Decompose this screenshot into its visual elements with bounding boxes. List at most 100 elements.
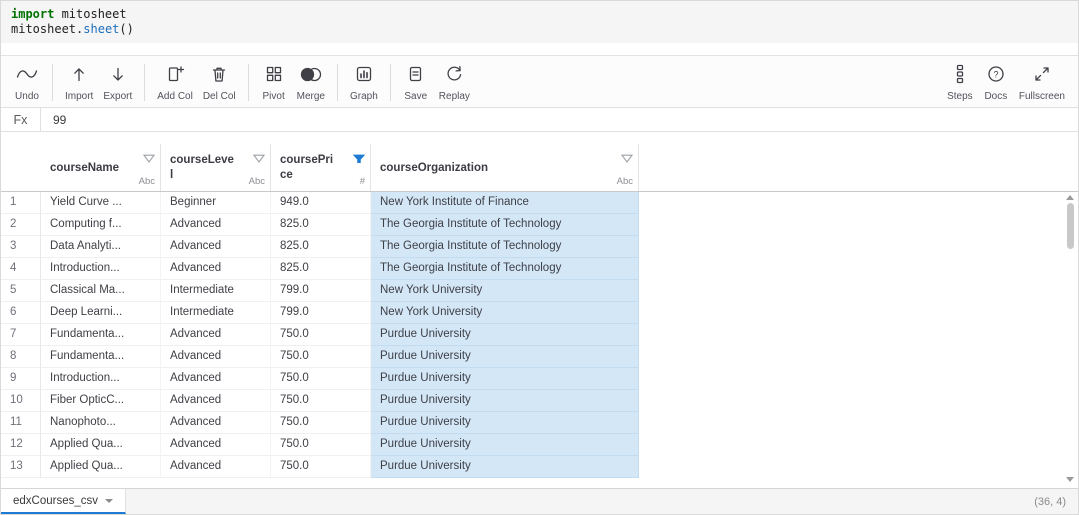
cell-courseName[interactable]: Nanophoto...	[41, 412, 161, 434]
cell-coursePrice[interactable]: 750.0	[271, 346, 371, 368]
row-index[interactable]: 11	[1, 412, 41, 434]
column-header-courseLevel[interactable]: courseLevel Abc	[161, 144, 271, 191]
scroll-down-arrow[interactable]	[1066, 477, 1074, 482]
cell-courseOrganization[interactable]: Purdue University	[371, 412, 639, 434]
empty-cell	[639, 434, 1078, 456]
cell-courseOrganization[interactable]: New York University	[371, 280, 639, 302]
row-index[interactable]: 4	[1, 258, 41, 280]
filter-icon[interactable]	[143, 150, 155, 168]
scroll-up-arrow[interactable]	[1066, 195, 1074, 200]
steps-button[interactable]: Steps	[942, 61, 978, 104]
column-header-courseName[interactable]: courseName Abc	[41, 144, 161, 191]
row-index[interactable]: 3	[1, 236, 41, 258]
replay-button[interactable]: Replay	[434, 61, 475, 104]
row-index[interactable]: 13	[1, 456, 41, 478]
delete-column-button[interactable]: Del Col	[198, 61, 241, 104]
undo-button[interactable]: Undo	[9, 61, 45, 104]
row-index[interactable]: 12	[1, 434, 41, 456]
add-column-button[interactable]: Add Col	[152, 61, 198, 104]
row-index[interactable]: 2	[1, 214, 41, 236]
row-index[interactable]: 7	[1, 324, 41, 346]
cell-courseLevel[interactable]: Advanced	[161, 236, 271, 258]
row-index[interactable]: 1	[1, 192, 41, 214]
pivot-button[interactable]: Pivot	[256, 61, 292, 104]
cell-courseName[interactable]: Yield Curve ...	[41, 192, 161, 214]
table-row: 1Yield Curve ...Beginner949.0New York In…	[1, 192, 1078, 214]
cell-courseName[interactable]: Applied Qua...	[41, 434, 161, 456]
cell-courseOrganization[interactable]: New York University	[371, 302, 639, 324]
cell-courseLevel[interactable]: Advanced	[161, 324, 271, 346]
import-button[interactable]: Import	[60, 61, 98, 104]
cell-coursePrice[interactable]: 750.0	[271, 390, 371, 412]
cell-courseOrganization[interactable]: New York Institute of Finance	[371, 192, 639, 214]
merge-button[interactable]: Merge	[292, 61, 330, 104]
corner-header[interactable]	[1, 144, 41, 191]
cell-courseName[interactable]: Data Analyti...	[41, 236, 161, 258]
cell-coursePrice[interactable]: 825.0	[271, 258, 371, 280]
cell-courseOrganization[interactable]: The Georgia Institute of Technology	[371, 214, 639, 236]
filter-icon-active[interactable]	[353, 150, 365, 168]
cell-coursePrice[interactable]: 750.0	[271, 456, 371, 478]
cell-courseLevel[interactable]: Advanced	[161, 258, 271, 280]
cell-courseOrganization[interactable]: The Georgia Institute of Technology	[371, 258, 639, 280]
cell-courseLevel[interactable]: Advanced	[161, 456, 271, 478]
cell-courseLevel[interactable]: Advanced	[161, 390, 271, 412]
filter-icon[interactable]	[621, 150, 633, 168]
export-button[interactable]: Export	[98, 61, 137, 104]
cell-courseName[interactable]: Introduction...	[41, 368, 161, 390]
cell-courseName[interactable]: Applied Qua...	[41, 456, 161, 478]
filter-icon[interactable]	[253, 150, 265, 168]
cell-courseLevel[interactable]: Advanced	[161, 346, 271, 368]
cell-coursePrice[interactable]: 750.0	[271, 324, 371, 346]
cell-coursePrice[interactable]: 825.0	[271, 236, 371, 258]
table-row: 8Fundamenta...Advanced750.0Purdue Univer…	[1, 346, 1078, 368]
cell-courseOrganization[interactable]: Purdue University	[371, 434, 639, 456]
row-index[interactable]: 9	[1, 368, 41, 390]
cell-coursePrice[interactable]: 750.0	[271, 412, 371, 434]
cell-courseLevel[interactable]: Advanced	[161, 412, 271, 434]
cell-courseLevel[interactable]: Beginner	[161, 192, 271, 214]
cell-courseLevel[interactable]: Advanced	[161, 214, 271, 236]
cell-courseOrganization[interactable]: Purdue University	[371, 346, 639, 368]
cell-coursePrice[interactable]: 799.0	[271, 280, 371, 302]
cell-courseName[interactable]: Fundamenta...	[41, 324, 161, 346]
cell-coursePrice[interactable]: 949.0	[271, 192, 371, 214]
graph-button[interactable]: Graph	[345, 61, 383, 104]
column-header-coursePrice[interactable]: coursePrice #	[271, 144, 371, 191]
cell-courseOrganization[interactable]: Purdue University	[371, 390, 639, 412]
code-cell[interactable]: import mitosheet mitosheet.sheet()	[1, 1, 1078, 43]
cell-courseName[interactable]: Fundamenta...	[41, 346, 161, 368]
row-index[interactable]: 5	[1, 280, 41, 302]
cell-courseOrganization[interactable]: Purdue University	[371, 368, 639, 390]
cell-coursePrice[interactable]: 799.0	[271, 302, 371, 324]
cell-courseName[interactable]: Fiber OpticC...	[41, 390, 161, 412]
cell-coursePrice[interactable]: 825.0	[271, 214, 371, 236]
scrollbar-thumb[interactable]	[1067, 203, 1074, 249]
row-index[interactable]: 8	[1, 346, 41, 368]
row-index[interactable]: 10	[1, 390, 41, 412]
cell-courseLevel[interactable]: Intermediate	[161, 280, 271, 302]
cell-coursePrice[interactable]: 750.0	[271, 434, 371, 456]
cell-courseLevel[interactable]: Advanced	[161, 368, 271, 390]
cell-courseOrganization[interactable]: Purdue University	[371, 456, 639, 478]
cell-courseName[interactable]: Classical Ma...	[41, 280, 161, 302]
cell-courseName[interactable]: Introduction...	[41, 258, 161, 280]
cell-coursePrice[interactable]: 750.0	[271, 368, 371, 390]
cell-courseOrganization[interactable]: Purdue University	[371, 324, 639, 346]
empty-cell	[639, 192, 1078, 214]
sheet-tab[interactable]: edxCourses_csv	[1, 489, 126, 514]
cell-courseName[interactable]: Computing f...	[41, 214, 161, 236]
fullscreen-button[interactable]: Fullscreen	[1014, 61, 1070, 104]
cell-courseName[interactable]: Deep Learni...	[41, 302, 161, 324]
save-button[interactable]: Save	[398, 61, 434, 104]
docs-button[interactable]: ? Docs	[978, 61, 1014, 104]
cell-courseOrganization[interactable]: The Georgia Institute of Technology	[371, 236, 639, 258]
row-index[interactable]: 6	[1, 302, 41, 324]
spacer	[1, 43, 1078, 55]
formula-input[interactable]: 99	[41, 108, 1078, 131]
cell-courseLevel[interactable]: Advanced	[161, 434, 271, 456]
cell-courseLevel[interactable]: Intermediate	[161, 302, 271, 324]
vertical-scrollbar[interactable]	[1064, 192, 1076, 484]
table-row: 3Data Analyti...Advanced825.0The Georgia…	[1, 236, 1078, 258]
column-header-courseOrganization[interactable]: courseOrganization Abc	[371, 144, 639, 191]
